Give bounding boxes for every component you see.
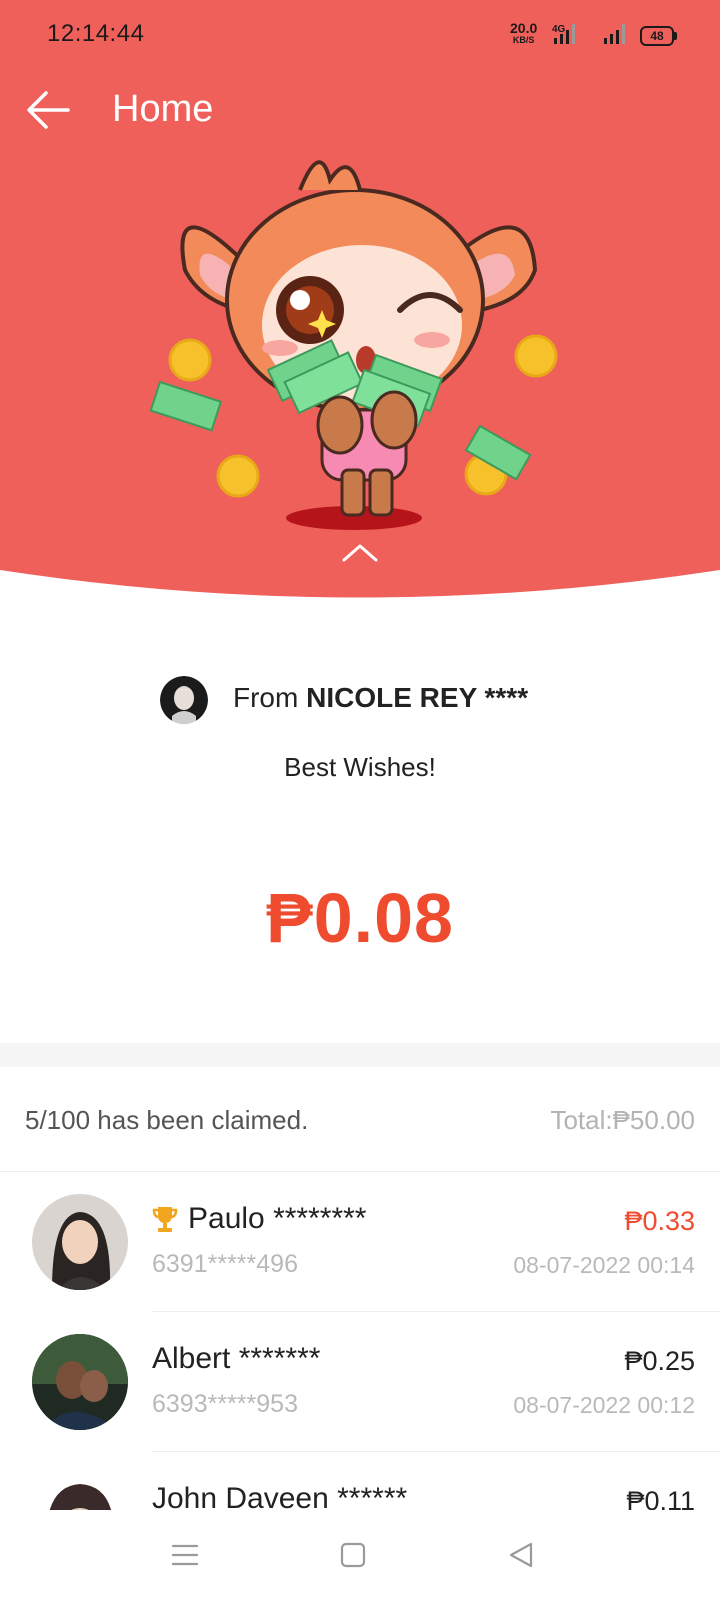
received-amount: ₱0.08 <box>266 879 454 957</box>
avatar <box>32 1334 128 1430</box>
sender-avatar <box>160 676 208 724</box>
list-item[interactable]: Paulo ******** 6391*****496 ₱0.33 08-07-… <box>0 1172 720 1312</box>
sender-name: NICOLE REY **** <box>306 682 529 713</box>
network-speed-unit: KB/S <box>512 35 535 45</box>
section-divider <box>0 1043 720 1067</box>
status-bar: 12:14:44 20.0 KB/S 4G 48 <box>0 0 720 70</box>
trophy-icon <box>152 1207 178 1232</box>
avatar <box>32 1194 128 1290</box>
signal-strength-icon <box>604 24 625 44</box>
claim-amount: ₱0.33 <box>624 1206 695 1236</box>
back-arrow-icon[interactable] <box>24 88 72 132</box>
claimer-name: John Daveen ****** <box>152 1482 408 1510</box>
claim-summary: 5/100 has been claimed. Total:₱50.00 <box>0 1067 720 1172</box>
mascot-illustration <box>150 160 558 530</box>
chevron-up-icon[interactable] <box>340 540 380 564</box>
status-time: 12:14:44 <box>47 20 145 47</box>
red-envelope-header: 12:14:44 20.0 KB/S 4G 48 Home <box>0 0 720 610</box>
svg-text:4G: 4G <box>552 24 566 35</box>
claimer-name-row: Albert ******* <box>152 1342 320 1376</box>
menu-icon[interactable] <box>170 1540 200 1570</box>
claim-amount: ₱0.25 <box>624 1346 695 1376</box>
list-item[interactable]: Albert ******* 6393*****953 ₱0.25 08-07-… <box>0 1312 720 1452</box>
claim-date: 08-07-2022 00:12 <box>513 1392 695 1418</box>
network-speed: 20.0 KB/S <box>510 21 537 46</box>
home-square-icon[interactable] <box>338 1540 368 1570</box>
sender-line: From NICOLE REY **** <box>233 682 528 714</box>
avatar <box>32 1474 128 1510</box>
system-navigation-bar <box>0 1510 720 1600</box>
greeting-message: Best Wishes! <box>284 752 436 782</box>
battery-icon: 48 <box>640 26 677 46</box>
claim-total: Total:₱50.00 <box>550 1105 695 1135</box>
claim-date: 08-07-2022 00:14 <box>513 1252 695 1278</box>
claim-amount: ₱0.11 <box>626 1486 695 1510</box>
back-triangle-icon[interactable] <box>506 1540 536 1570</box>
claimer-name: Albert ******* <box>152 1342 321 1375</box>
claimer-name-row: Paulo ******** <box>152 1202 366 1236</box>
sender-info: From NICOLE REY **** <box>0 668 720 728</box>
claimer-name-row: John Daveen ****** <box>152 1482 407 1510</box>
page-title: Home <box>112 88 214 130</box>
claimer-phone: 6391*****496 <box>152 1250 298 1278</box>
signal-4g-icon: 4G <box>552 24 575 44</box>
app-bar: Home <box>0 80 720 140</box>
list-item[interactable]: John Daveen ****** ₱0.11 <box>0 1452 720 1510</box>
sender-prefix: From <box>233 682 299 713</box>
claimer-name: Paulo ******** <box>188 1202 367 1235</box>
claims-list: Paulo ******** 6391*****496 ₱0.33 08-07-… <box>0 1172 720 1510</box>
claimer-phone: 6393*****953 <box>152 1390 298 1418</box>
claim-status: 5/100 has been claimed. <box>25 1105 309 1135</box>
